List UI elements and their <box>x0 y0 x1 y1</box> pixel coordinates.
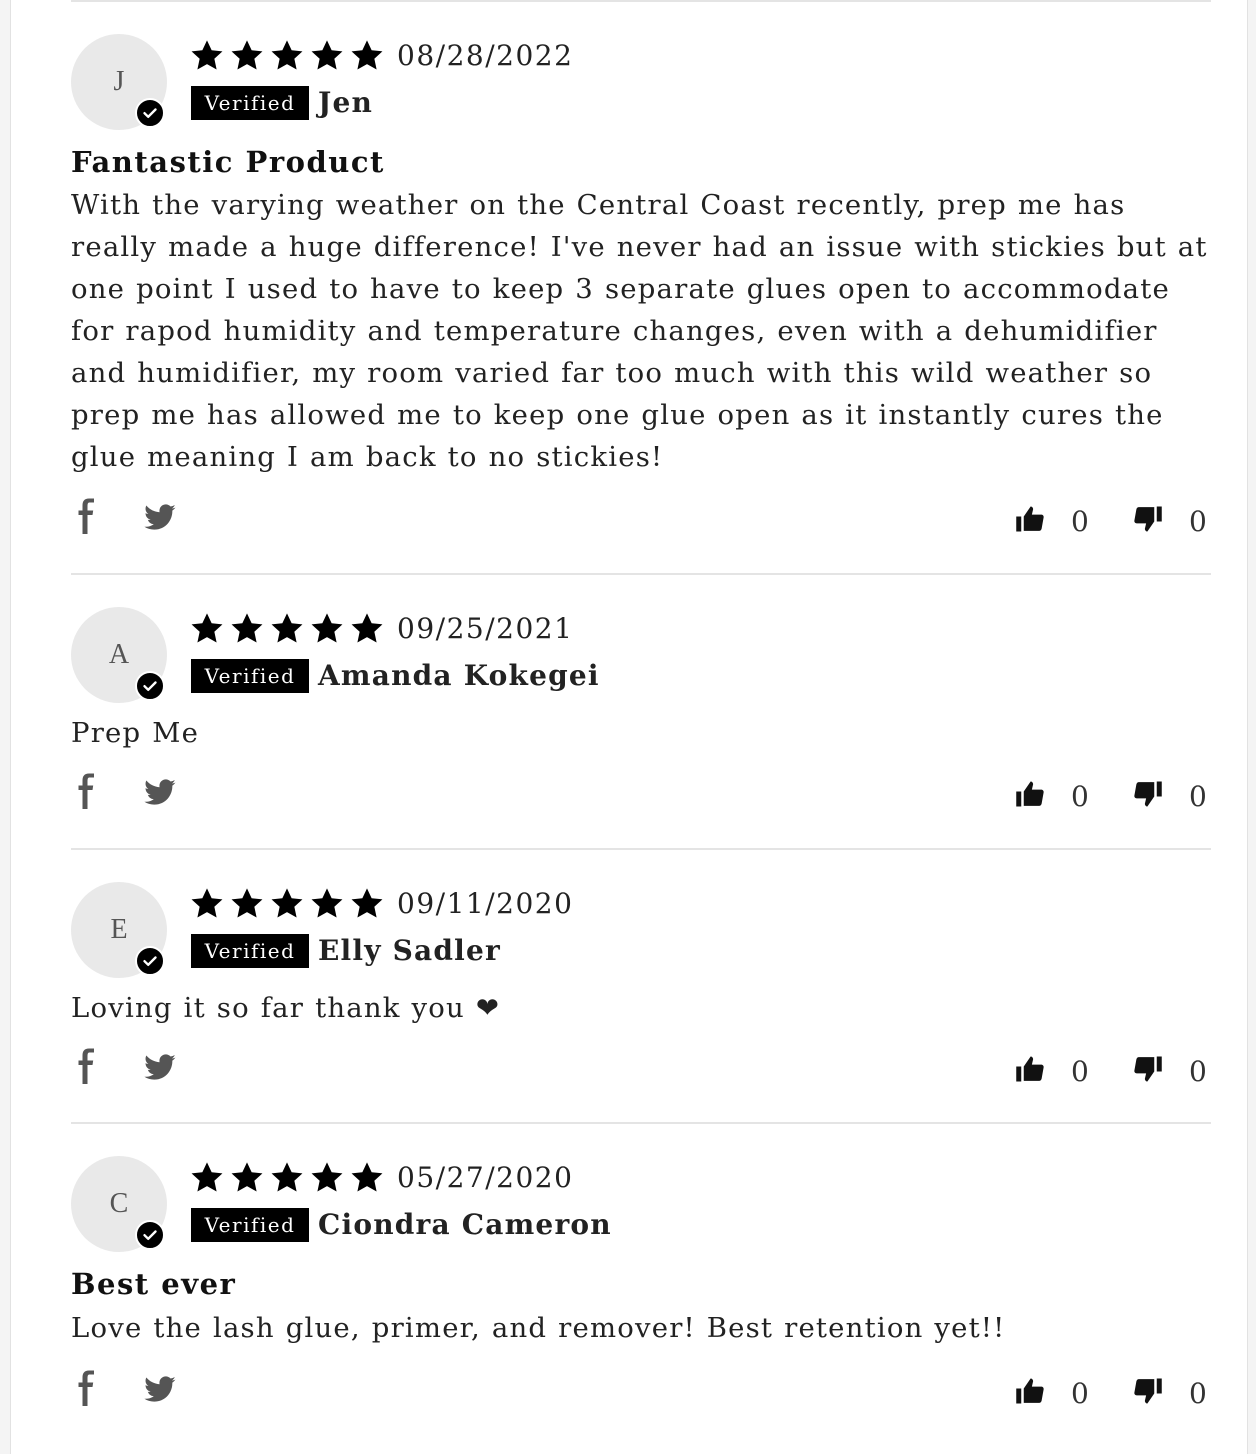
star-icon <box>191 1162 223 1192</box>
review-author: Ciondra Cameron <box>318 1208 612 1241</box>
vote-controls: 0 0 <box>1011 1372 1211 1412</box>
downvote-count: 0 <box>1189 1377 1207 1410</box>
thumbs-down-icon[interactable] <box>1133 779 1163 809</box>
star-icon <box>191 613 223 643</box>
facebook-icon[interactable] <box>75 773 97 813</box>
thumbs-up-icon[interactable] <box>1015 779 1045 809</box>
review-date: 09/11/2020 <box>397 887 574 920</box>
top-divider <box>71 0 1211 2</box>
star-icon <box>231 613 263 643</box>
thumbs-down-icon[interactable] <box>1133 1054 1163 1084</box>
review-author: Amanda Kokegei <box>318 659 600 692</box>
avatar: E <box>71 882 167 978</box>
share-links <box>71 1048 191 1088</box>
star-icon <box>271 888 303 918</box>
verified-badge: Verified <box>191 659 309 693</box>
star-icon <box>271 40 303 70</box>
review-author: Jen <box>318 86 374 119</box>
review-date: 09/25/2021 <box>397 612 574 645</box>
star-icon <box>311 40 343 70</box>
thumbs-up-icon[interactable] <box>1015 1054 1045 1084</box>
review-date: 05/27/2020 <box>397 1161 574 1194</box>
twitter-icon[interactable] <box>143 1048 177 1088</box>
review-body: With the varying weather on the Central … <box>71 189 1208 473</box>
review-title: Fantastic Product <box>71 145 385 179</box>
upvote-count: 0 <box>1071 505 1089 538</box>
twitter-icon[interactable] <box>143 1370 177 1410</box>
share-links <box>71 1370 191 1410</box>
review-item: A 09/25/2021 Verified Amanda Kokegei Pre… <box>71 607 1211 850</box>
verified-check-icon <box>135 1220 165 1250</box>
review-body: Loving it so far thank you ❤ <box>71 992 501 1024</box>
review-author: Elly Sadler <box>318 934 501 967</box>
star-rating <box>189 38 385 74</box>
star-icon <box>311 1162 343 1192</box>
review-body: Love the lash glue, primer, and remover!… <box>71 1312 1006 1344</box>
facebook-icon[interactable] <box>75 1370 97 1410</box>
star-icon <box>191 888 223 918</box>
thumbs-down-icon[interactable] <box>1133 504 1163 534</box>
thumbs-up-icon[interactable] <box>1015 1376 1045 1406</box>
upvote-count: 0 <box>1071 1055 1089 1088</box>
star-icon <box>231 888 263 918</box>
star-icon <box>351 613 383 643</box>
star-rating <box>189 611 385 647</box>
share-links <box>71 498 191 538</box>
review-date: 08/28/2022 <box>397 39 574 72</box>
star-rating <box>189 1160 385 1196</box>
downvote-count: 0 <box>1189 780 1207 813</box>
thumbs-up-icon[interactable] <box>1015 504 1045 534</box>
vote-controls: 0 0 <box>1011 1050 1211 1090</box>
avatar: A <box>71 607 167 703</box>
verified-check-icon <box>135 671 165 701</box>
review-body: Prep Me <box>71 717 200 749</box>
star-icon <box>351 1162 383 1192</box>
star-icon <box>311 613 343 643</box>
reviews-panel: J 08/28/2022 Verified Jen Fantastic Prod… <box>10 0 1248 1454</box>
thumbs-down-icon[interactable] <box>1133 1376 1163 1406</box>
avatar: J <box>71 34 167 130</box>
review-item: J 08/28/2022 Verified Jen Fantastic Prod… <box>71 34 1211 575</box>
review-item: C 05/27/2020 Verified Ciondra Cameron Be… <box>71 1156 1211 1436</box>
avatar: C <box>71 1156 167 1252</box>
twitter-icon[interactable] <box>143 773 177 813</box>
upvote-count: 0 <box>1071 1377 1089 1410</box>
star-icon <box>271 1162 303 1192</box>
vote-controls: 0 0 <box>1011 500 1211 540</box>
star-icon <box>351 888 383 918</box>
verified-check-icon <box>135 946 165 976</box>
twitter-icon[interactable] <box>143 498 177 538</box>
facebook-icon[interactable] <box>75 1048 97 1088</box>
upvote-count: 0 <box>1071 780 1089 813</box>
downvote-count: 0 <box>1189 505 1207 538</box>
verified-check-icon <box>135 98 165 128</box>
downvote-count: 0 <box>1189 1055 1207 1088</box>
verified-badge: Verified <box>191 86 309 120</box>
review-title: Best ever <box>71 1267 237 1301</box>
star-icon <box>231 1162 263 1192</box>
vote-controls: 0 0 <box>1011 775 1211 815</box>
review-item: E 09/11/2020 Verified Elly Sadler Loving… <box>71 882 1211 1124</box>
star-rating <box>189 886 385 922</box>
star-icon <box>231 40 263 70</box>
star-icon <box>351 40 383 70</box>
share-links <box>71 773 191 813</box>
star-icon <box>191 40 223 70</box>
facebook-icon[interactable] <box>75 498 97 538</box>
star-icon <box>311 888 343 918</box>
verified-badge: Verified <box>191 934 309 968</box>
star-icon <box>271 613 303 643</box>
verified-badge: Verified <box>191 1208 309 1242</box>
